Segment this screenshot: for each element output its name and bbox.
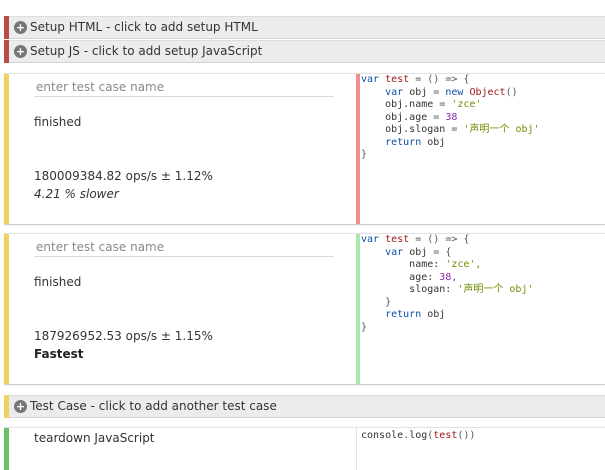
test-case-card: finished 187926952.53 ops/s ± 1.15% Fast…: [4, 233, 605, 385]
test-case-name-input[interactable]: [34, 77, 334, 97]
code-token: =: [433, 86, 440, 98]
code-token: Object: [469, 86, 506, 98]
test-case-accent: [4, 234, 9, 384]
code-token: =: [439, 99, 446, 110]
code-token: test: [385, 234, 410, 245]
ops-per-second: 187926952.53 ops/s ± 1.15%: [34, 329, 213, 343]
teardown-card: teardown JavaScript console.log(test()): [4, 427, 605, 470]
code-accent: [356, 74, 360, 224]
test-case-name-input[interactable]: [34, 237, 334, 257]
code-token: obj: [409, 246, 428, 258]
setup-html-label: Setup HTML - click to add setup HTML: [30, 20, 258, 34]
code-token: name:: [409, 259, 440, 270]
code-token: }: [361, 149, 368, 160]
code-token: return: [385, 309, 422, 320]
test-status: finished: [34, 275, 82, 289]
code-token: = {: [433, 246, 452, 258]
code-token: 'zce',: [445, 259, 482, 270]
code-token: var: [385, 246, 404, 258]
code-token: 'zce': [451, 99, 482, 110]
code-token: var: [385, 86, 404, 98]
code-token: var: [361, 234, 380, 245]
code-token: = () => {: [415, 74, 470, 85]
add-circle-icon[interactable]: +: [14, 21, 27, 34]
setup-js-bar[interactable]: + Setup JS - click to add setup JavaScri…: [4, 40, 605, 63]
add-circle-icon[interactable]: +: [14, 45, 27, 58]
code-token: obj: [427, 136, 446, 148]
code-token: test: [385, 74, 410, 85]
code-token: test: [433, 430, 458, 441]
code-token: '声明一个 obj': [463, 124, 540, 135]
code-token: 38,: [439, 271, 458, 283]
code-token: log: [409, 430, 428, 441]
relative-speed: 4.21 % slower: [34, 187, 119, 201]
code-editor[interactable]: var test = () => { var obj = { name: 'zc…: [361, 234, 533, 334]
code-editor[interactable]: var test = () => { var obj = new Object(…: [361, 74, 540, 162]
setup-html-bar[interactable]: + Setup HTML - click to add setup HTML: [4, 16, 605, 39]
code-token: obj.slogan: [385, 124, 446, 135]
code-accent: [356, 234, 360, 384]
code-token: }: [385, 296, 392, 308]
code-token: return: [385, 136, 422, 148]
code-token: new: [445, 86, 464, 98]
add-test-case-label: Test Case - click to add another test ca…: [30, 399, 277, 413]
code-token: slogan:: [409, 284, 452, 295]
code-token: }: [361, 321, 368, 333]
test-status: finished: [34, 115, 82, 129]
code-token: ()): [457, 430, 476, 441]
code-token: obj: [427, 309, 446, 320]
code-divider: [356, 428, 357, 470]
teardown-code-editor[interactable]: console.log(test()): [361, 430, 475, 443]
code-token: = () => {: [415, 234, 470, 245]
code-token: '声明一个 obj': [457, 284, 534, 295]
code-token: (): [505, 86, 518, 98]
setup-js-accent: [4, 40, 9, 63]
teardown-accent: [4, 428, 9, 470]
code-token: =: [451, 124, 458, 135]
code-token: =: [433, 111, 440, 123]
add-test-case-accent: [4, 395, 9, 418]
test-case-accent: [4, 74, 9, 224]
teardown-label: teardown JavaScript: [34, 431, 155, 445]
relative-speed: Fastest: [34, 347, 84, 361]
code-token: var: [361, 74, 380, 85]
code-token: console: [361, 430, 404, 441]
code-token: obj.age: [385, 111, 428, 123]
ops-per-second: 180009384.82 ops/s ± 1.12%: [34, 169, 213, 183]
test-case-card: finished 180009384.82 ops/s ± 1.12% 4.21…: [4, 73, 605, 225]
setup-html-accent: [4, 16, 9, 39]
code-token: obj: [409, 86, 428, 98]
code-token: obj.name: [385, 99, 434, 110]
setup-js-label: Setup JS - click to add setup JavaScript: [30, 44, 263, 58]
code-token: age:: [409, 271, 434, 283]
add-test-case-bar[interactable]: + Test Case - click to add another test …: [4, 395, 605, 418]
add-circle-icon[interactable]: +: [14, 400, 27, 413]
code-token: 38: [445, 111, 458, 123]
